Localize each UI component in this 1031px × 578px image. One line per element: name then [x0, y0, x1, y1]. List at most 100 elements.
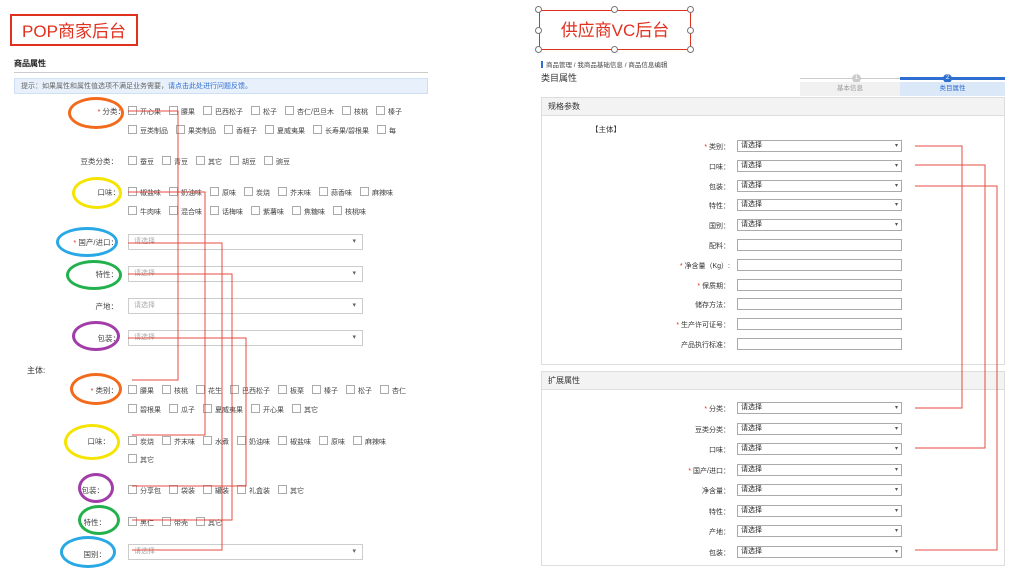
- checkbox-icon[interactable]: [128, 404, 137, 413]
- option-checkbox[interactable]: 礼盒装: [237, 485, 270, 496]
- option-checkbox[interactable]: 芥末味: [162, 436, 195, 447]
- checkbox-icon[interactable]: [244, 187, 253, 196]
- pop-package-select[interactable]: 请选择 ▾: [128, 330, 363, 346]
- option-checkbox[interactable]: 其它: [292, 404, 318, 415]
- checkbox-icon[interactable]: [128, 385, 137, 394]
- select-dropdown[interactable]: 请选择 ▾: [737, 504, 902, 517]
- option-checkbox[interactable]: 夏威夷果: [203, 404, 243, 415]
- option-checkbox[interactable]: 板栗: [278, 385, 304, 396]
- option-checkbox[interactable]: 核桃: [341, 106, 368, 117]
- checkbox-icon[interactable]: [203, 404, 212, 413]
- resize-handle-bottom-left[interactable]: [535, 46, 542, 53]
- text-input[interactable]: [737, 298, 902, 311]
- checkbox-icon[interactable]: [169, 106, 178, 115]
- option-checkbox[interactable]: 豆类制品: [128, 125, 168, 136]
- resize-handle-top-left[interactable]: [535, 6, 542, 13]
- checkbox-icon[interactable]: [360, 187, 369, 196]
- option-checkbox[interactable]: 混合味: [169, 206, 202, 217]
- checkbox-icon[interactable]: [278, 187, 287, 196]
- option-checkbox[interactable]: 碧根果: [128, 404, 161, 415]
- option-checkbox[interactable]: 其它: [128, 454, 154, 465]
- option-checkbox[interactable]: 果类制品: [176, 125, 216, 136]
- checkbox-icon[interactable]: [319, 436, 328, 445]
- option-checkbox[interactable]: 牛肉味: [128, 206, 161, 217]
- checkbox-icon[interactable]: [353, 436, 362, 445]
- option-checkbox[interactable]: 袋装: [169, 485, 195, 496]
- resize-handle-bottom[interactable]: [611, 46, 618, 53]
- pop-bean-options[interactable]: 蚕豆 青豆 其它 胡豆 豌豆: [128, 156, 298, 167]
- select-dropdown[interactable]: 请选择 ▾: [737, 525, 902, 537]
- checkbox-icon[interactable]: [251, 404, 260, 413]
- checkbox-icon[interactable]: [162, 517, 171, 526]
- text-input[interactable]: [737, 278, 902, 291]
- checkbox-icon[interactable]: [380, 385, 389, 394]
- checkbox-icon[interactable]: [375, 106, 385, 115]
- checkbox-icon[interactable]: [376, 125, 386, 134]
- pop-feedback-link[interactable]: 请点击此处进行问题反馈。: [168, 83, 252, 90]
- resize-handle-top-right[interactable]: [687, 6, 694, 13]
- option-checkbox[interactable]: 其它: [196, 517, 222, 528]
- pop-place-select[interactable]: 请选择 ▾: [128, 298, 363, 314]
- pop-feature-select[interactable]: 请选择 ▾: [128, 266, 363, 282]
- option-checkbox[interactable]: 瓜子: [169, 404, 195, 415]
- option-checkbox[interactable]: 椒盐味: [128, 187, 161, 198]
- checkbox-icon[interactable]: [230, 156, 239, 165]
- option-checkbox[interactable]: 松子: [251, 106, 277, 117]
- pop-category-options-2[interactable]: 豆类制品 果类制品 香榧子 夏威夷果 长寿果/碧根果 每: [128, 125, 428, 136]
- checkbox-icon[interactable]: [265, 125, 274, 134]
- checkbox-icon[interactable]: [128, 517, 137, 526]
- checkbox-icon[interactable]: [169, 206, 178, 215]
- checkbox-icon[interactable]: [346, 385, 355, 394]
- option-checkbox[interactable]: 麻辣味: [360, 187, 393, 198]
- option-checkbox[interactable]: 原味: [210, 187, 236, 198]
- pop-main-country-select[interactable]: 请选择 ▾: [128, 544, 363, 560]
- option-checkbox[interactable]: 芥末味: [278, 187, 311, 198]
- select-dropdown[interactable]: 请选择 ▾: [737, 463, 902, 476]
- option-checkbox[interactable]: 榛子: [375, 106, 402, 117]
- option-checkbox[interactable]: 奶油味: [237, 436, 270, 447]
- checkbox-icon[interactable]: [128, 206, 137, 215]
- checkbox-icon[interactable]: [210, 206, 219, 215]
- select-dropdown[interactable]: 请选择 ▾: [737, 140, 902, 152]
- option-checkbox[interactable]: 长寿果/碧根果: [313, 125, 369, 136]
- checkbox-icon[interactable]: [333, 206, 342, 215]
- option-checkbox[interactable]: 榛子: [312, 385, 338, 396]
- checkbox-icon[interactable]: [128, 436, 137, 445]
- option-checkbox[interactable]: 杏仁/巴旦木: [285, 106, 334, 117]
- checkbox-icon[interactable]: [292, 206, 301, 215]
- option-checkbox[interactable]: 紫薯味: [251, 206, 284, 217]
- checkbox-icon[interactable]: [251, 206, 260, 215]
- resize-handle-right[interactable]: [687, 27, 694, 34]
- select-dropdown[interactable]: 请选择 ▾: [737, 179, 902, 192]
- checkbox-icon[interactable]: [285, 106, 294, 115]
- checkbox-icon[interactable]: [169, 187, 178, 196]
- pop-main-category-options[interactable]: 腰果 核桃 花生 巴西松子 板栗 榛子 松子 杏仁: [128, 385, 428, 396]
- checkbox-icon[interactable]: [278, 385, 287, 394]
- option-checkbox[interactable]: 罐装: [203, 485, 229, 496]
- checkbox-icon[interactable]: [128, 485, 137, 494]
- option-checkbox[interactable]: 松子: [346, 385, 372, 396]
- checkbox-icon[interactable]: [128, 106, 137, 115]
- checkbox-icon[interactable]: [128, 125, 137, 134]
- option-checkbox[interactable]: 麻辣味: [353, 436, 386, 447]
- checkbox-icon[interactable]: [319, 187, 328, 196]
- pop-main-package-options[interactable]: 分享包 袋装 罐装 礼盒装 其它: [128, 485, 312, 496]
- pop-main-flavor-options[interactable]: 炭烧 芥末味 水煮 奶油味 椒盐味 原味 麻辣味: [128, 436, 428, 447]
- option-checkbox[interactable]: 巴西松子: [203, 106, 243, 117]
- checkbox-icon[interactable]: [237, 436, 246, 445]
- resize-handle-left[interactable]: [535, 27, 542, 34]
- checkbox-icon[interactable]: [292, 404, 301, 413]
- checkbox-icon[interactable]: [169, 404, 178, 413]
- checkbox-icon[interactable]: [162, 156, 171, 165]
- checkbox-icon[interactable]: [278, 436, 287, 445]
- option-checkbox[interactable]: 奶油味: [169, 187, 202, 198]
- pop-main-feature-options[interactable]: 黑仁 带壳 其它: [128, 517, 230, 528]
- option-checkbox[interactable]: 椒盐味: [278, 436, 311, 447]
- resize-handle-bottom-right[interactable]: [687, 46, 694, 53]
- checkbox-icon[interactable]: [128, 187, 137, 196]
- checkbox-icon[interactable]: [196, 385, 205, 394]
- option-checkbox[interactable]: 青豆: [162, 156, 188, 167]
- option-checkbox[interactable]: 腰果: [128, 385, 154, 396]
- checkbox-icon[interactable]: [313, 125, 322, 134]
- text-input[interactable]: [737, 318, 902, 331]
